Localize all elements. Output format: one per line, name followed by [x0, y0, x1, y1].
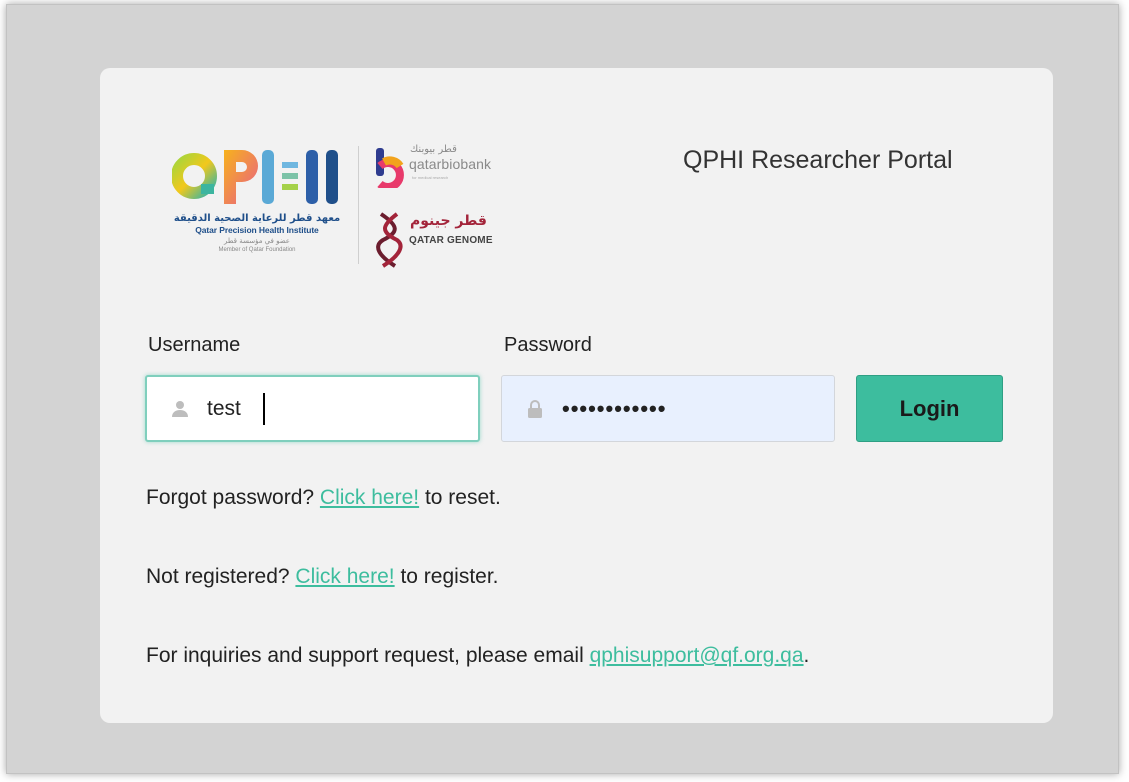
username-input[interactable] — [207, 396, 447, 421]
forgot-suffix: to reset. — [419, 486, 501, 509]
qphi-english-name: Qatar Precision Health Institute — [195, 225, 319, 235]
logo-divider — [358, 146, 359, 264]
qphi-arabic-member: عضو في مؤسسة قطر — [224, 237, 290, 245]
register-line: Not registered? Click here! to register. — [146, 565, 499, 589]
lock-icon — [522, 396, 548, 422]
user-icon — [167, 396, 193, 422]
forgot-password-line: Forgot password? Click here! to reset. — [146, 486, 501, 510]
username-field[interactable] — [145, 375, 480, 442]
password-field[interactable] — [501, 375, 835, 442]
support-email-link[interactable]: qphisupport@qf.org.qa — [590, 644, 804, 667]
biobank-english-name: qatarbiobank — [409, 156, 492, 172]
page-frame: معهد قطر للرعاية الصحية الدقيقة Qatar Pr… — [6, 4, 1119, 774]
support-prefix: For inquiries and support request, pleas… — [146, 644, 590, 667]
biobank-tagline: for medical research — [412, 175, 449, 180]
support-suffix: . — [803, 644, 810, 667]
text-caret — [263, 393, 265, 425]
qphi-member-text: Member of Qatar Foundation — [218, 247, 296, 253]
register-link[interactable]: Click here! — [295, 565, 394, 588]
password-label: Password — [504, 334, 592, 356]
genome-arabic-name: قطر جينوم — [410, 213, 487, 229]
logo-area: معهد قطر للرعاية الصحية الدقيقة Qatar Pr… — [172, 140, 522, 270]
biobank-arabic-name: قطر بيوبنك — [410, 144, 457, 155]
forgot-password-link[interactable]: Click here! — [320, 486, 419, 509]
qatar-genome-logo-icon — [376, 212, 403, 268]
login-button[interactable]: Login — [856, 375, 1003, 442]
qatar-biobank-logo-icon — [376, 148, 404, 188]
password-input[interactable] — [562, 395, 802, 422]
genome-english-name: QATAR GENOME — [409, 235, 493, 246]
portal-title: QPHI Researcher Portal — [683, 146, 953, 174]
register-prefix: Not registered? — [146, 565, 296, 588]
qphi-arabic-name: معهد قطر للرعاية الصحية الدقيقة — [173, 213, 341, 224]
support-line: For inquiries and support request, pleas… — [146, 644, 809, 668]
login-card: معهد قطر للرعاية الصحية الدقيقة Qatar Pr… — [100, 68, 1053, 723]
forgot-prefix: Forgot password? — [146, 486, 320, 509]
qphi-logo — [172, 150, 338, 204]
register-suffix: to register. — [394, 565, 499, 588]
username-label: Username — [148, 334, 241, 356]
